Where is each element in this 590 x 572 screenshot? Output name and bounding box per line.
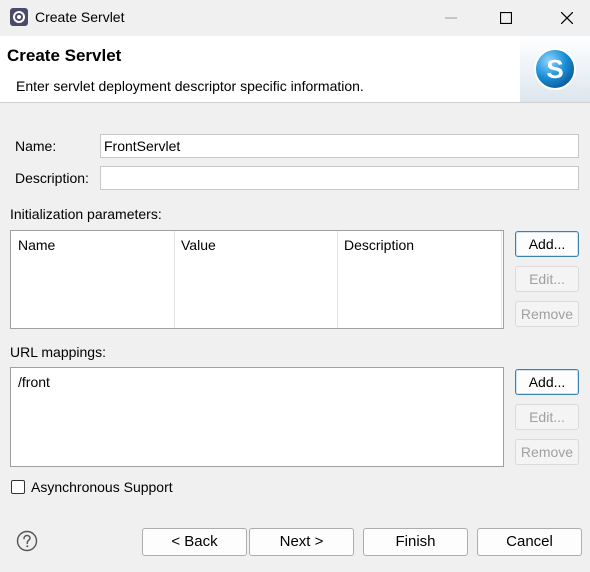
name-field[interactable] — [100, 134, 579, 158]
page-title: Create Servlet — [7, 46, 122, 65]
window-title: Create Servlet — [35, 9, 125, 25]
maximize-button[interactable] — [483, 0, 529, 36]
init-params-add-button[interactable]: Add... — [515, 231, 579, 257]
back-button[interactable]: < Back — [142, 528, 247, 556]
init-params-edit-button[interactable]: Edit... — [515, 266, 579, 292]
url-mappings-label: URL mappings: — [10, 344, 106, 360]
init-params-label: Initialization parameters: — [10, 206, 162, 222]
async-support-label[interactable]: Asynchronous Support — [31, 479, 173, 495]
url-mappings-remove-button[interactable]: Remove — [515, 439, 579, 465]
header-separator — [0, 102, 590, 118]
name-label: Name: — [15, 138, 57, 154]
async-support-checkbox[interactable] — [11, 480, 25, 494]
help-icon[interactable] — [16, 530, 38, 552]
url-mappings-edit-button[interactable]: Edit... — [515, 404, 579, 430]
init-params-remove-button[interactable]: Remove — [515, 301, 579, 327]
column-divider — [337, 231, 338, 328]
minimize-icon — [445, 17, 457, 19]
column-divider — [174, 231, 175, 328]
svg-text:S: S — [546, 54, 563, 84]
close-button[interactable] — [544, 0, 590, 36]
description-field[interactable] — [100, 166, 579, 190]
wizard-header: Create Servlet Enter servlet deployment … — [0, 36, 590, 102]
maximize-icon — [500, 12, 512, 24]
url-mappings-add-button[interactable]: Add... — [515, 369, 579, 395]
column-header-name[interactable]: Name — [18, 237, 55, 253]
column-header-description[interactable]: Description — [344, 237, 414, 253]
servlet-logo-icon: S — [520, 36, 590, 102]
cancel-button[interactable]: Cancel — [477, 528, 582, 556]
page-description: Enter servlet deployment descriptor spec… — [16, 78, 364, 94]
next-button[interactable]: Next > — [249, 528, 354, 556]
eclipse-app-icon — [10, 8, 28, 26]
description-label: Description: — [15, 170, 89, 186]
column-header-value[interactable]: Value — [181, 237, 216, 253]
minimize-button[interactable] — [428, 0, 474, 36]
list-item[interactable]: /front — [18, 374, 50, 390]
url-mappings-list[interactable]: /front — [10, 367, 504, 467]
close-icon — [561, 12, 573, 24]
title-bar: Create Servlet — [0, 0, 590, 36]
init-params-table[interactable]: Name Value Description — [10, 230, 504, 329]
column-divider — [501, 231, 502, 328]
finish-button[interactable]: Finish — [363, 528, 468, 556]
